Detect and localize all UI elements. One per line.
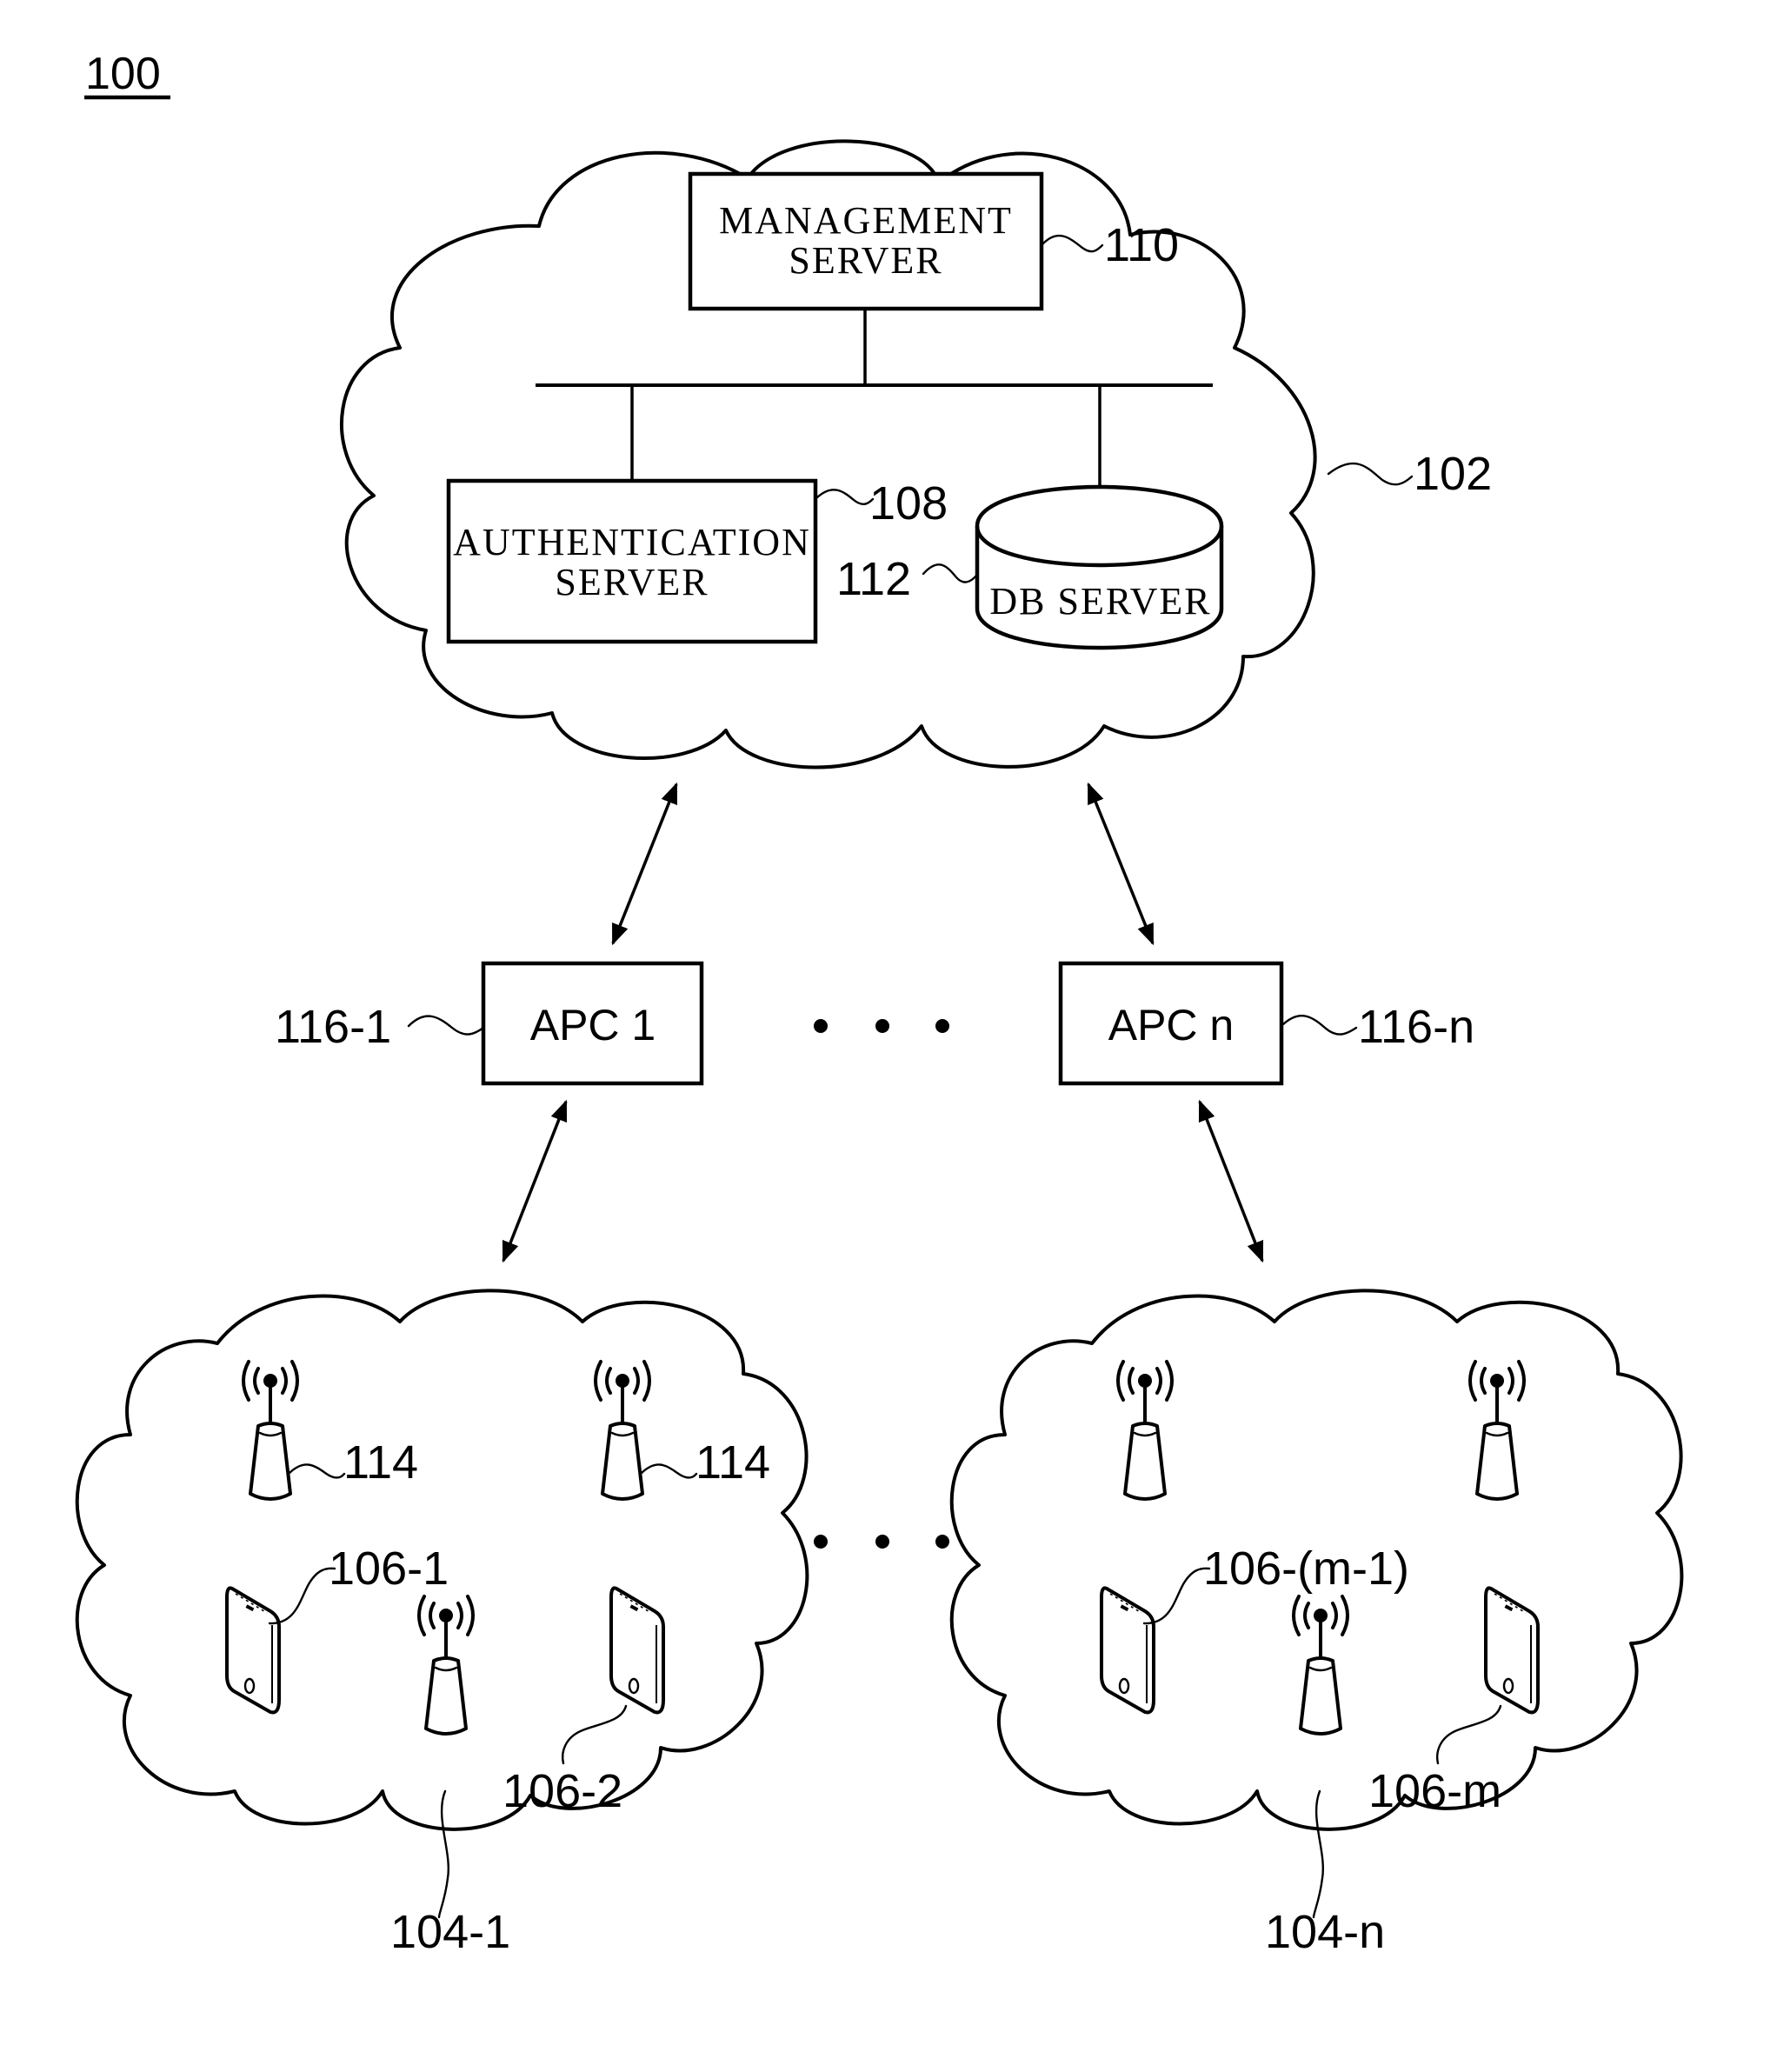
management-server-label-line1: MANAGEMENT [719,199,1013,242]
access-network-104-n: 104-n 106-(m-1) 106-m [949,1289,1684,1958]
apc-1-label: APC 1 [530,1001,656,1049]
device-106-1-ref: 106-1 [329,1542,449,1595]
device-106-m-1[interactable] [1100,1586,1155,1715]
access-point-antenna-icon [594,1360,651,1501]
access-point[interactable] [242,1360,299,1501]
smartphone-icon [225,1586,281,1715]
core-network-ref: 102 [1414,448,1492,500]
device-106-2-ref: 106-2 [502,1765,622,1817]
access-point-antenna-icon [1116,1360,1174,1501]
access-point[interactable] [1116,1360,1174,1501]
figure-label: 100 [84,49,170,100]
access-point-antenna-icon [417,1595,475,1736]
bidirectional-arrow-icon [1198,1099,1264,1263]
network-diagram: 100 102 MANAGEMENT SERVER 110 AUTHENTICA… [75,49,1684,1958]
smartphone-icon [1100,1586,1155,1715]
access-point[interactable] [594,1360,651,1501]
device-106-1[interactable] [225,1586,281,1715]
smartphone-icon [1484,1586,1540,1715]
database-cylinder-icon [975,484,1224,650]
apc-n[interactable]: APC n [1058,961,1284,1086]
bidirectional-arrow-icon [502,1099,568,1263]
access-network-ellipsis [814,1535,949,1549]
figure-number: 100 [85,49,161,99]
access-point-antenna-icon [1292,1595,1349,1736]
apc-1[interactable]: APC 1 [481,961,704,1086]
smartphone-icon [609,1586,665,1715]
authentication-server[interactable]: AUTHENTICATION SERVER [446,478,818,644]
access-point[interactable] [1292,1595,1349,1736]
access-network-1-ref: 104-1 [390,1906,510,1958]
db-server[interactable]: DB SERVER [975,484,1224,650]
access-point[interactable] [417,1595,475,1736]
bidirectional-arrow-icon [1087,782,1155,946]
management-server[interactable]: MANAGEMENT SERVER [688,171,1044,311]
access-network-104-1: 104-1 114 114 106-1 106-2 [75,1289,809,1958]
access-point[interactable] [1468,1360,1526,1501]
authentication-server-label-line1: AUTHENTICATION [453,521,811,563]
authentication-server-label-line2: SERVER [555,561,709,603]
access-point-ref-2: 114 [695,1436,770,1489]
apc-n-ref: 116-n [1358,1001,1474,1053]
device-106-m[interactable] [1484,1586,1540,1715]
authentication-server-ref: 108 [869,477,948,530]
access-point-ref-1: 114 [343,1436,418,1489]
db-server-ref: 112 [836,553,911,605]
access-point-antenna-icon [242,1360,299,1501]
device-106-2[interactable] [609,1586,665,1715]
apc-n-label: APC n [1108,1001,1235,1049]
bidirectional-arrow-icon [611,782,678,946]
apc-1-ref: 116-1 [275,1001,391,1053]
db-server-label: DB SERVER [989,580,1211,623]
apc-ellipsis [814,1019,949,1033]
management-server-label-line2: SERVER [789,239,942,282]
management-server-ref: 110 [1104,219,1179,271]
core-network-cloud: 102 MANAGEMENT SERVER 110 AUTHENTICATION… [339,139,1492,770]
access-point-antenna-icon [1468,1360,1526,1501]
access-network-n-ref: 104-n [1265,1906,1385,1958]
device-106-m-ref: 106-m [1368,1765,1501,1817]
device-106-m-minus-1-ref: 106-(m-1) [1203,1542,1409,1595]
